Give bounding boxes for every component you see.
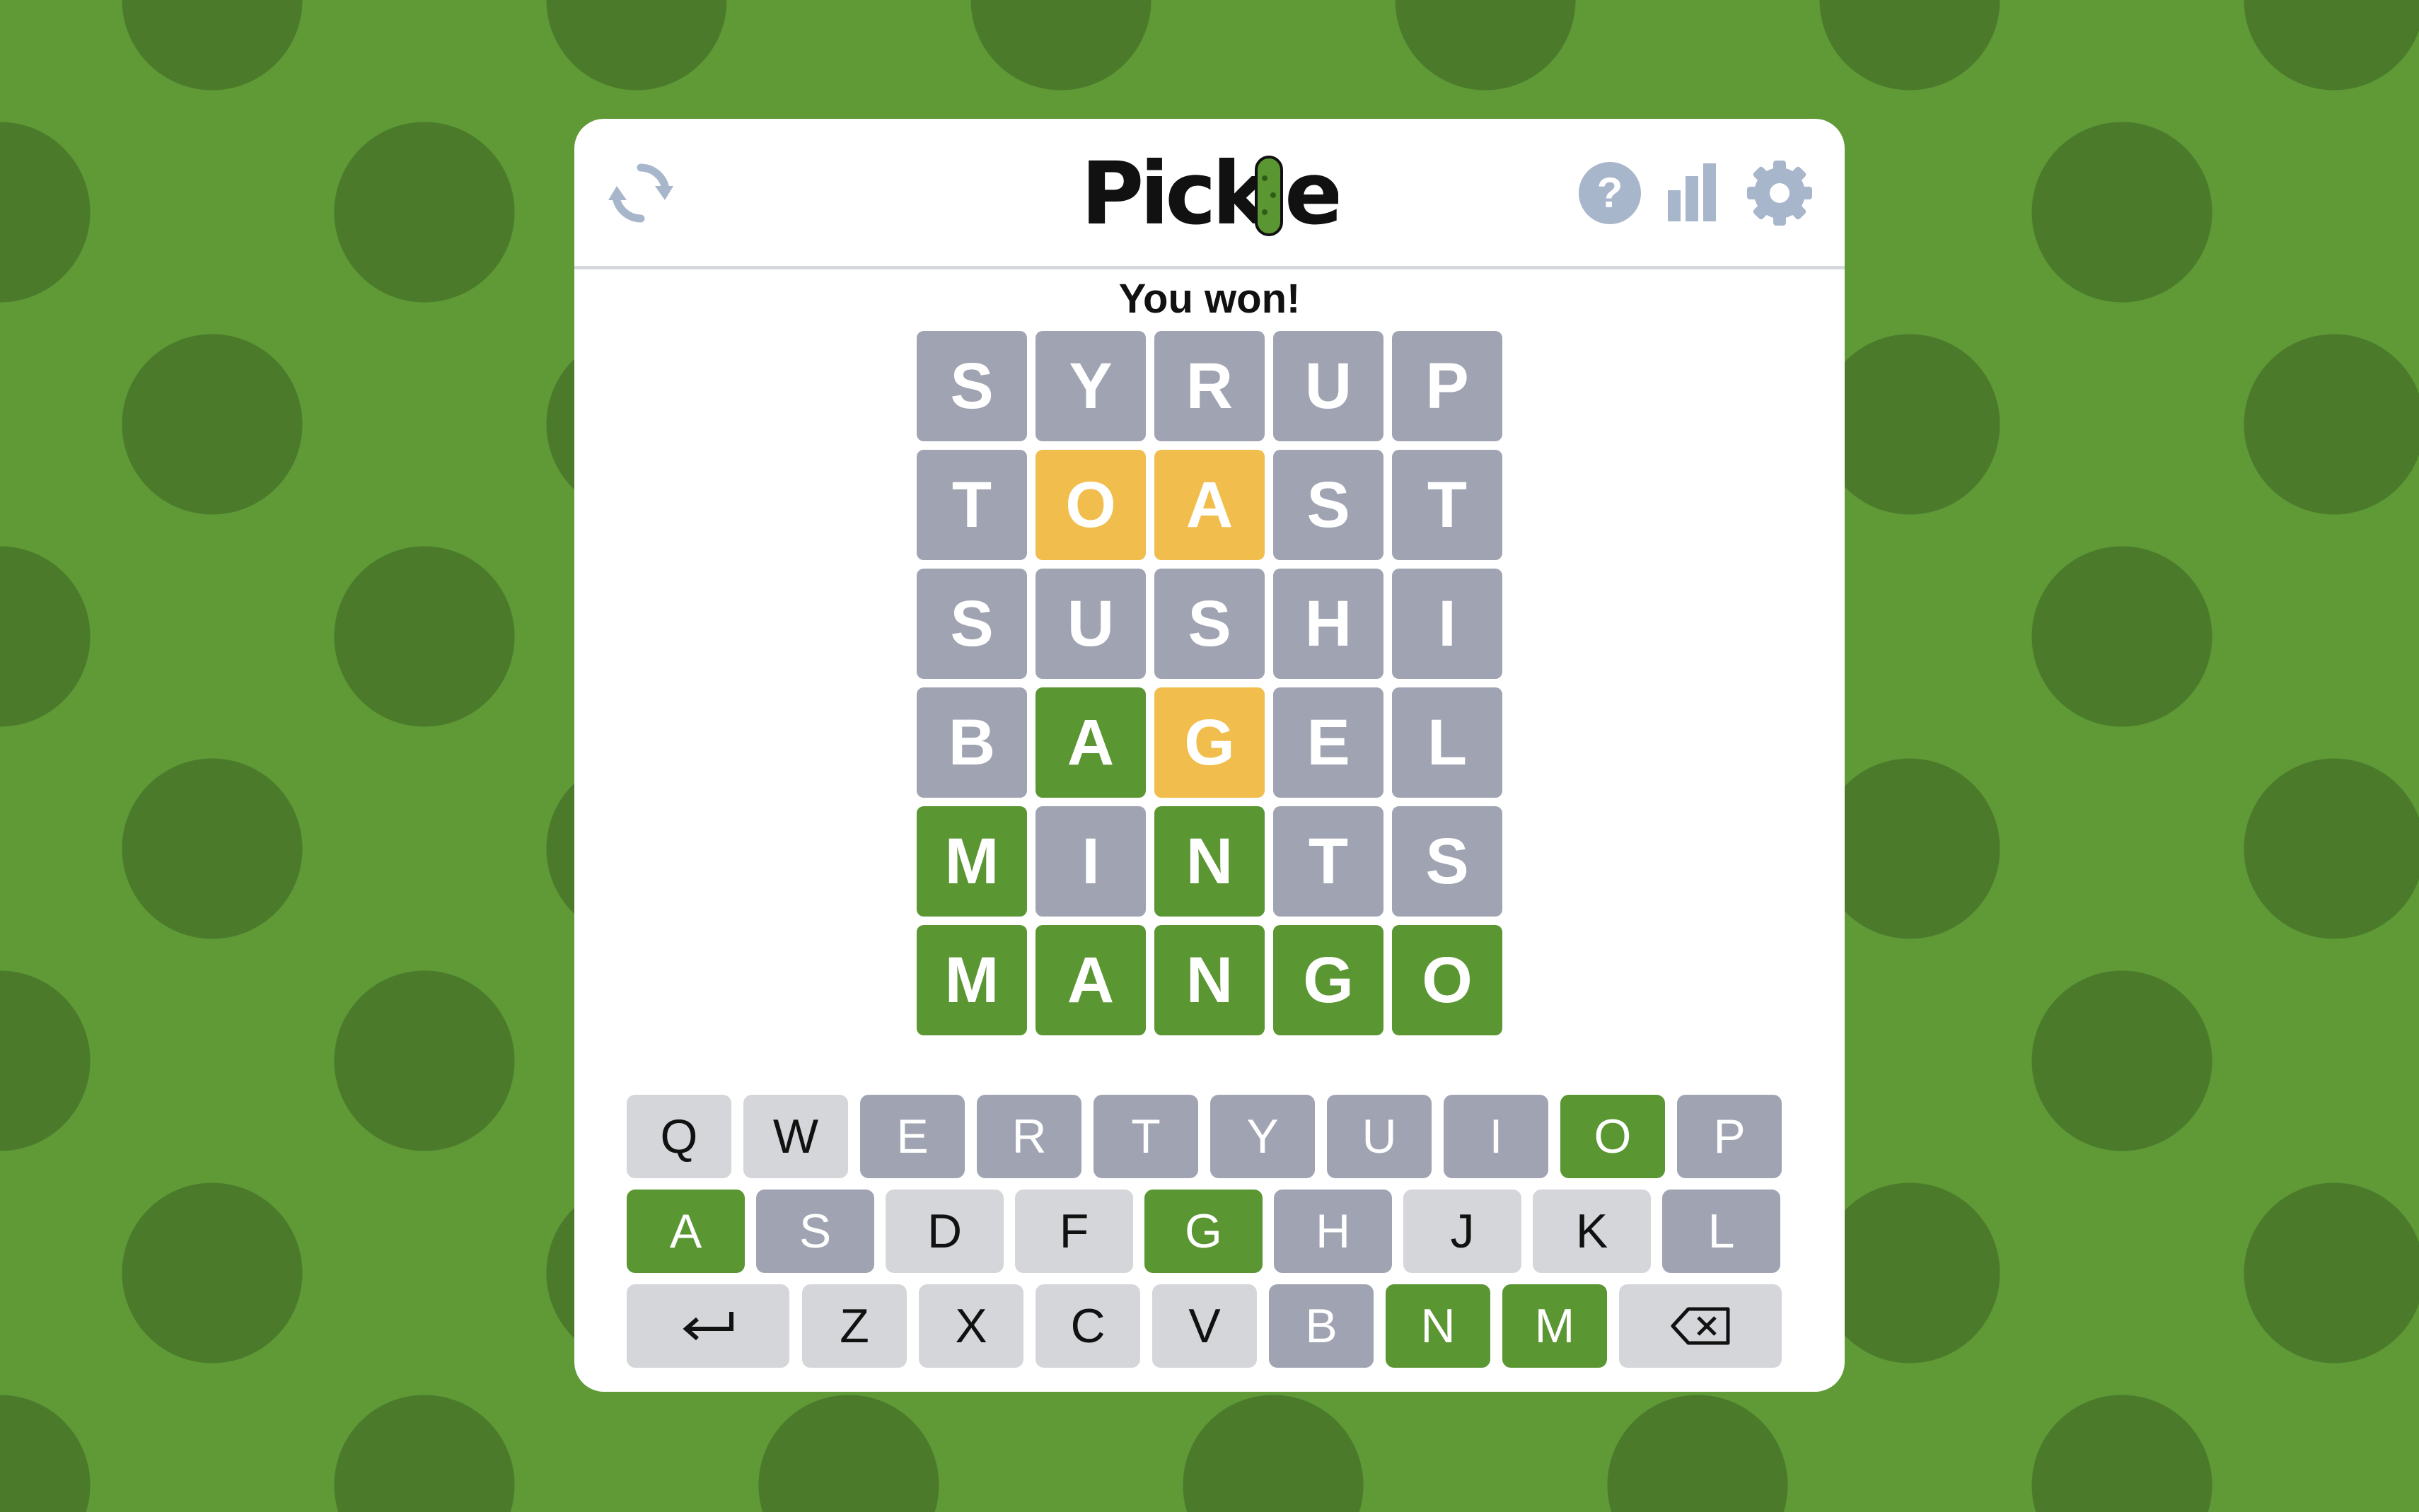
keyboard-row-1: QWERTYUIOP	[627, 1095, 1784, 1180]
key-a[interactable]: A	[627, 1190, 745, 1273]
key-n[interactable]: N	[1386, 1284, 1490, 1368]
board-row: BAGEL	[917, 687, 1502, 798]
key-z[interactable]: Z	[802, 1284, 907, 1368]
tile-absent: I	[1036, 806, 1146, 917]
enter-key[interactable]	[627, 1284, 789, 1368]
tile-absent: E	[1273, 687, 1383, 798]
tile-absent: T	[917, 450, 1027, 560]
key-c[interactable]: C	[1036, 1284, 1140, 1368]
tile-absent: S	[917, 331, 1027, 441]
key-h[interactable]: H	[1274, 1190, 1392, 1273]
key-g[interactable]: G	[1144, 1190, 1263, 1273]
board-row: SUSHI	[917, 569, 1502, 679]
tile-absent: T	[1273, 806, 1383, 917]
key-e[interactable]: E	[860, 1095, 965, 1178]
tile-correct: A	[1036, 925, 1146, 1035]
tile-absent: B	[917, 687, 1027, 798]
tile-correct: G	[1273, 925, 1383, 1035]
stats-button[interactable]	[1657, 158, 1727, 228]
tile-absent: S	[1392, 806, 1502, 917]
tile-absent: R	[1154, 331, 1265, 441]
tile-absent: S	[917, 569, 1027, 679]
key-r[interactable]: R	[977, 1095, 1081, 1178]
svg-text:Pick: Pick	[1081, 150, 1272, 242]
tile-correct: N	[1154, 806, 1265, 917]
key-k[interactable]: K	[1533, 1190, 1651, 1273]
app-logo: Pick e	[1081, 150, 1338, 242]
key-b[interactable]: B	[1269, 1284, 1374, 1368]
svg-text:e: e	[1284, 150, 1338, 242]
tile-correct: N	[1154, 925, 1265, 1035]
tile-present: G	[1154, 687, 1265, 798]
tile-correct: M	[917, 925, 1027, 1035]
help-icon: ?	[1579, 162, 1641, 224]
tile-present: A	[1154, 450, 1265, 560]
game-card: Pick e ? You won! S Y R U P T O A S T S …	[574, 119, 1845, 1392]
game-board: SYRUPTOASTSUSHIBAGELMINTSMANGO	[917, 331, 1502, 1044]
key-u[interactable]: U	[1327, 1095, 1432, 1178]
refresh-button[interactable]	[605, 158, 676, 228]
svg-text:?: ?	[1597, 169, 1623, 216]
help-button[interactable]: ?	[1574, 158, 1645, 228]
key-j[interactable]: J	[1403, 1190, 1521, 1273]
key-p[interactable]: P	[1677, 1095, 1782, 1178]
tile-absent: P	[1392, 331, 1502, 441]
tile-absent: S	[1154, 569, 1265, 679]
tile-absent: U	[1273, 331, 1383, 441]
tile-absent: I	[1392, 569, 1502, 679]
keyboard-row-2: ASDFGHJKL	[627, 1190, 1784, 1274]
key-d[interactable]: D	[886, 1190, 1004, 1273]
header: Pick e ?	[574, 119, 1845, 269]
tile-correct: A	[1036, 687, 1146, 798]
keyboard-row-3: ZXCVBNM	[627, 1284, 1784, 1369]
board-row: MINTS	[917, 806, 1502, 917]
key-l[interactable]: L	[1662, 1190, 1780, 1273]
key-f[interactable]: F	[1015, 1190, 1133, 1273]
tile-correct: O	[1392, 925, 1502, 1035]
key-x[interactable]: X	[919, 1284, 1023, 1368]
key-v[interactable]: V	[1152, 1284, 1257, 1368]
backspace-key[interactable]	[1619, 1284, 1782, 1368]
board-row: SYRUP	[917, 331, 1502, 441]
key-q[interactable]: Q	[627, 1095, 731, 1178]
backspace-icon	[1671, 1307, 1730, 1345]
on-screen-keyboard: QWERTYUIOP ASDFGHJKL ZXCVBNM	[627, 1095, 1784, 1379]
tile-absent: L	[1392, 687, 1502, 798]
tile-correct: M	[917, 806, 1027, 917]
tile-absent: Y	[1036, 331, 1146, 441]
key-m[interactable]: M	[1502, 1284, 1607, 1368]
tile-absent: T	[1392, 450, 1502, 560]
tile-absent: S	[1273, 450, 1383, 560]
board-row: MANGO	[917, 925, 1502, 1035]
tile-absent: U	[1036, 569, 1146, 679]
refresh-icon	[608, 163, 673, 223]
settings-button[interactable]	[1744, 158, 1815, 228]
key-s[interactable]: S	[756, 1190, 874, 1273]
game-status: You won!	[1118, 276, 1301, 322]
settings-icon	[1747, 161, 1812, 226]
board-row: TOAST	[917, 450, 1502, 560]
enter-icon	[683, 1312, 733, 1341]
key-i[interactable]: I	[1444, 1095, 1548, 1178]
key-o[interactable]: O	[1560, 1095, 1665, 1178]
tile-present: O	[1036, 450, 1146, 560]
pickle-logo-icon: Pick e	[1081, 150, 1338, 242]
tile-absent: H	[1273, 569, 1383, 679]
key-t[interactable]: T	[1094, 1095, 1198, 1178]
key-w[interactable]: W	[743, 1095, 848, 1178]
key-y[interactable]: Y	[1210, 1095, 1315, 1178]
stats-icon	[1668, 163, 1716, 221]
